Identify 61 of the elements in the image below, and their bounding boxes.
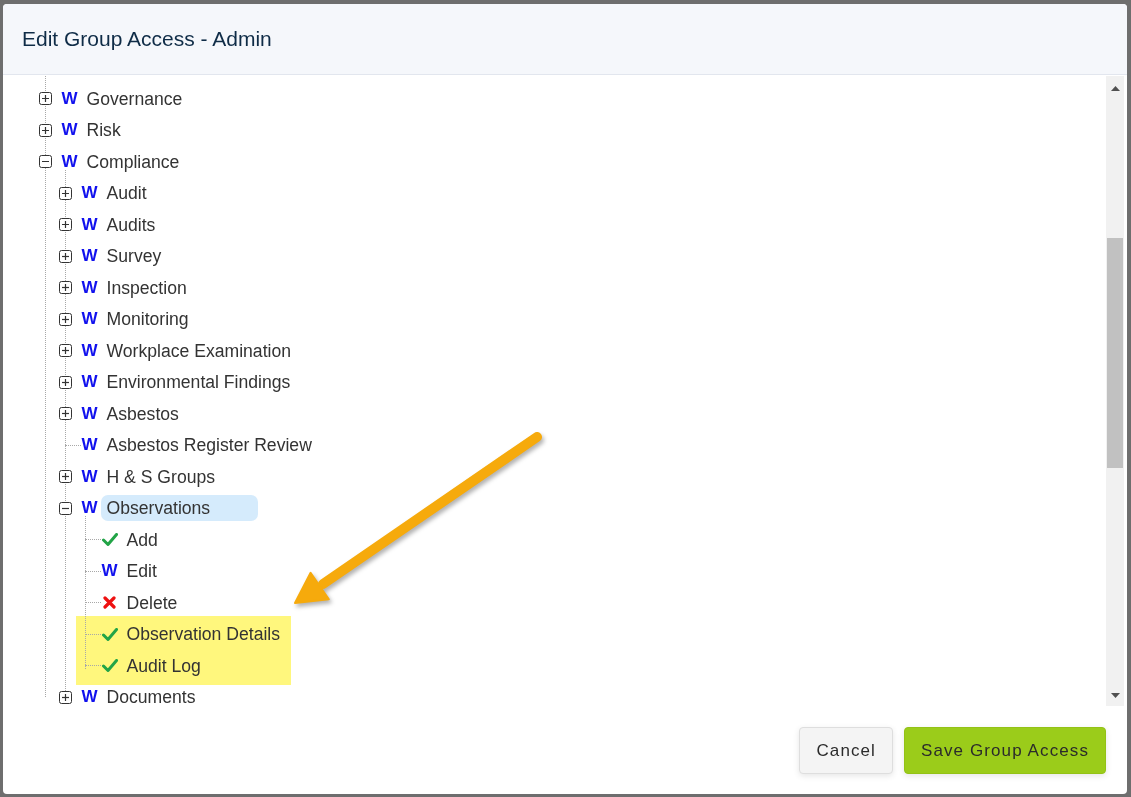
tree-item[interactable]: H & S Groups — [100, 464, 222, 489]
write-access-letter: W — [81, 245, 99, 268]
tree-item[interactable]: Audits — [100, 212, 162, 237]
down-arrow-icon[interactable] — [1110, 693, 1120, 698]
plus-box-icon[interactable] — [58, 218, 72, 232]
write-access-letter: W — [81, 339, 99, 362]
tree-item[interactable]: Environmental Findings — [100, 370, 297, 395]
write-access-letter: W — [61, 119, 79, 142]
tree-item[interactable]: Compliance — [80, 149, 186, 174]
tree-item[interactable]: Asbestos Register Review — [100, 433, 318, 458]
write-access-letter: W — [81, 434, 99, 457]
tree-item[interactable]: Risk — [80, 118, 127, 143]
write-access-letter: W — [81, 276, 99, 299]
cross-icon — [102, 596, 116, 610]
scrollbar-thumb[interactable] — [1107, 238, 1123, 468]
tree-item[interactable]: Inspection — [100, 275, 193, 300]
write-access-letter: W — [81, 308, 99, 331]
up-arrow-icon[interactable] — [1110, 86, 1120, 91]
write-access-letter: W — [81, 213, 99, 236]
plus-box-icon[interactable] — [58, 344, 72, 358]
write-access-letter: W — [81, 182, 99, 205]
tree-item[interactable]: Asbestos — [100, 401, 185, 426]
write-access-letter: W — [81, 371, 99, 394]
tree-item[interactable]: Audit — [100, 181, 153, 206]
plus-box-icon[interactable] — [58, 375, 72, 389]
tree-item[interactable]: Observations — [100, 495, 259, 522]
check-icon — [101, 627, 118, 641]
write-access-letter: W — [101, 560, 119, 583]
write-access-letter: W — [61, 150, 79, 173]
tree-item[interactable]: Workplace Examination — [100, 338, 297, 363]
tree-item[interactable]: Add — [120, 527, 164, 552]
plus-box-icon[interactable] — [38, 92, 52, 106]
plus-box-icon[interactable] — [58, 186, 72, 200]
check-icon — [101, 659, 118, 673]
plus-box-icon[interactable] — [58, 470, 72, 484]
write-access-letter: W — [81, 686, 99, 709]
plus-box-icon[interactable] — [58, 281, 72, 295]
check-icon — [101, 533, 118, 547]
cancel-button[interactable]: Cancel — [799, 727, 893, 774]
tree-item[interactable]: Documents — [100, 685, 202, 710]
minus-box-icon[interactable] — [38, 155, 52, 169]
write-access-letter: W — [81, 497, 99, 520]
plus-box-icon[interactable] — [58, 690, 72, 704]
tree-item[interactable]: Audit Log — [120, 653, 207, 678]
dialog-title: Edit Group Access - Admin — [22, 26, 272, 52]
write-access-letter: W — [81, 402, 99, 425]
scrollbar[interactable] — [1106, 76, 1124, 706]
write-access-letter: W — [81, 465, 99, 488]
plus-box-icon[interactable] — [58, 312, 72, 326]
plus-box-icon[interactable] — [58, 249, 72, 263]
write-access-letter: W — [61, 87, 79, 110]
plus-box-icon[interactable] — [58, 407, 72, 421]
tree-item[interactable]: Survey — [100, 244, 168, 269]
minus-box-icon[interactable] — [58, 501, 72, 515]
tree-item[interactable]: Monitoring — [100, 307, 195, 332]
plus-box-icon[interactable] — [38, 123, 52, 137]
save-button[interactable]: Save Group Access — [904, 727, 1106, 774]
tree-item[interactable]: Observation Details — [120, 622, 287, 647]
tree-item[interactable]: Governance — [80, 86, 189, 111]
tree-item[interactable]: Edit — [120, 559, 163, 584]
tree-item[interactable]: Delete — [120, 590, 184, 615]
